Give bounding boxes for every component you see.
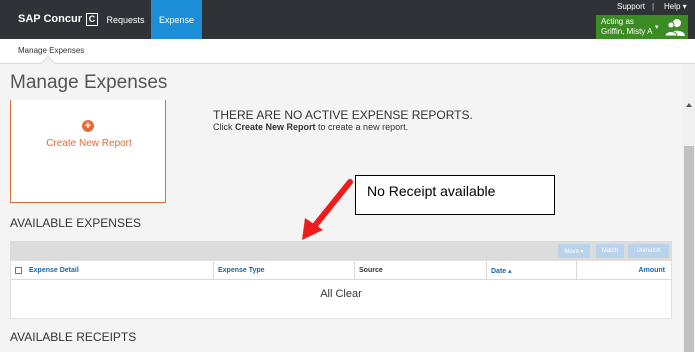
available-expenses-table: Expense Detail Expense Type Source Date … — [10, 260, 672, 319]
page-title: Manage Expenses — [10, 72, 168, 93]
move-button[interactable]: Move ▾ — [558, 244, 590, 258]
select-all-checkbox[interactable] — [14, 267, 22, 274]
hint-prefix: Click — [213, 122, 235, 132]
nav-tab-requests[interactable]: Requests — [100, 0, 151, 39]
sap-concur-logo[interactable]: SAP Concur C — [18, 11, 98, 27]
table-header-row: Expense Detail Expense Type Source Date … — [11, 261, 671, 280]
available-receipts-heading: AVAILABLE RECEIPTS — [10, 330, 137, 344]
red-arrow-annotation — [302, 179, 353, 240]
users-icon — [665, 19, 685, 37]
column-amount[interactable]: Amount — [577, 261, 671, 280]
create-new-report-tile[interactable]: + Create New Report — [10, 100, 166, 203]
util-separator: | — [652, 2, 655, 11]
scroll-up-arrow-icon[interactable] — [686, 103, 692, 107]
help-menu[interactable]: Help ▾ — [664, 2, 687, 11]
expenses-toolbar: Move ▾ Match Unmatch — [10, 241, 672, 260]
chevron-down-icon: ▾ — [655, 24, 659, 31]
no-active-reports-hint: Click Create New Report to create a new … — [213, 122, 408, 132]
hint-create-link[interactable]: Create New Report — [235, 122, 316, 132]
nav-tab-expense[interactable]: Expense — [151, 0, 202, 39]
logo-mark: C — [85, 12, 98, 26]
unmatch-button[interactable]: Unmatch — [628, 244, 669, 258]
create-new-report-label: Create New Report — [46, 138, 132, 149]
scroll-thumb[interactable] — [684, 146, 694, 352]
annotation-callout: No Receipt available — [355, 175, 555, 215]
sub-nav-bar: Manage Expenses — [0, 39, 695, 71]
empty-state-text: All Clear — [320, 288, 362, 300]
acting-as-delegate-button[interactable]: Acting as Griffin, Misty A ▾ — [596, 15, 688, 39]
plus-circle-icon: + — [82, 120, 94, 132]
logo-text: SAP Concur — [18, 13, 82, 25]
support-link[interactable]: Support — [617, 2, 645, 11]
select-all-cell — [11, 261, 25, 280]
no-active-reports-heading: THERE ARE NO ACTIVE EXPENSE REPORTS. — [213, 108, 473, 122]
column-expense-detail[interactable]: Expense Detail — [25, 261, 214, 280]
top-nav-bar: SAP Concur C Requests Expense Support | … — [0, 0, 695, 39]
hint-suffix: to create a new report. — [315, 122, 409, 132]
column-source: Source — [355, 261, 487, 280]
column-expense-type[interactable]: Expense Type — [214, 261, 355, 280]
vertical-scrollbar[interactable] — [683, 64, 695, 352]
match-button[interactable]: Match — [596, 244, 624, 258]
column-date[interactable]: Date ▴ — [487, 261, 577, 280]
subnav-manage-expenses[interactable]: Manage Expenses — [18, 46, 84, 55]
available-expenses-heading: AVAILABLE EXPENSES — [10, 216, 141, 230]
